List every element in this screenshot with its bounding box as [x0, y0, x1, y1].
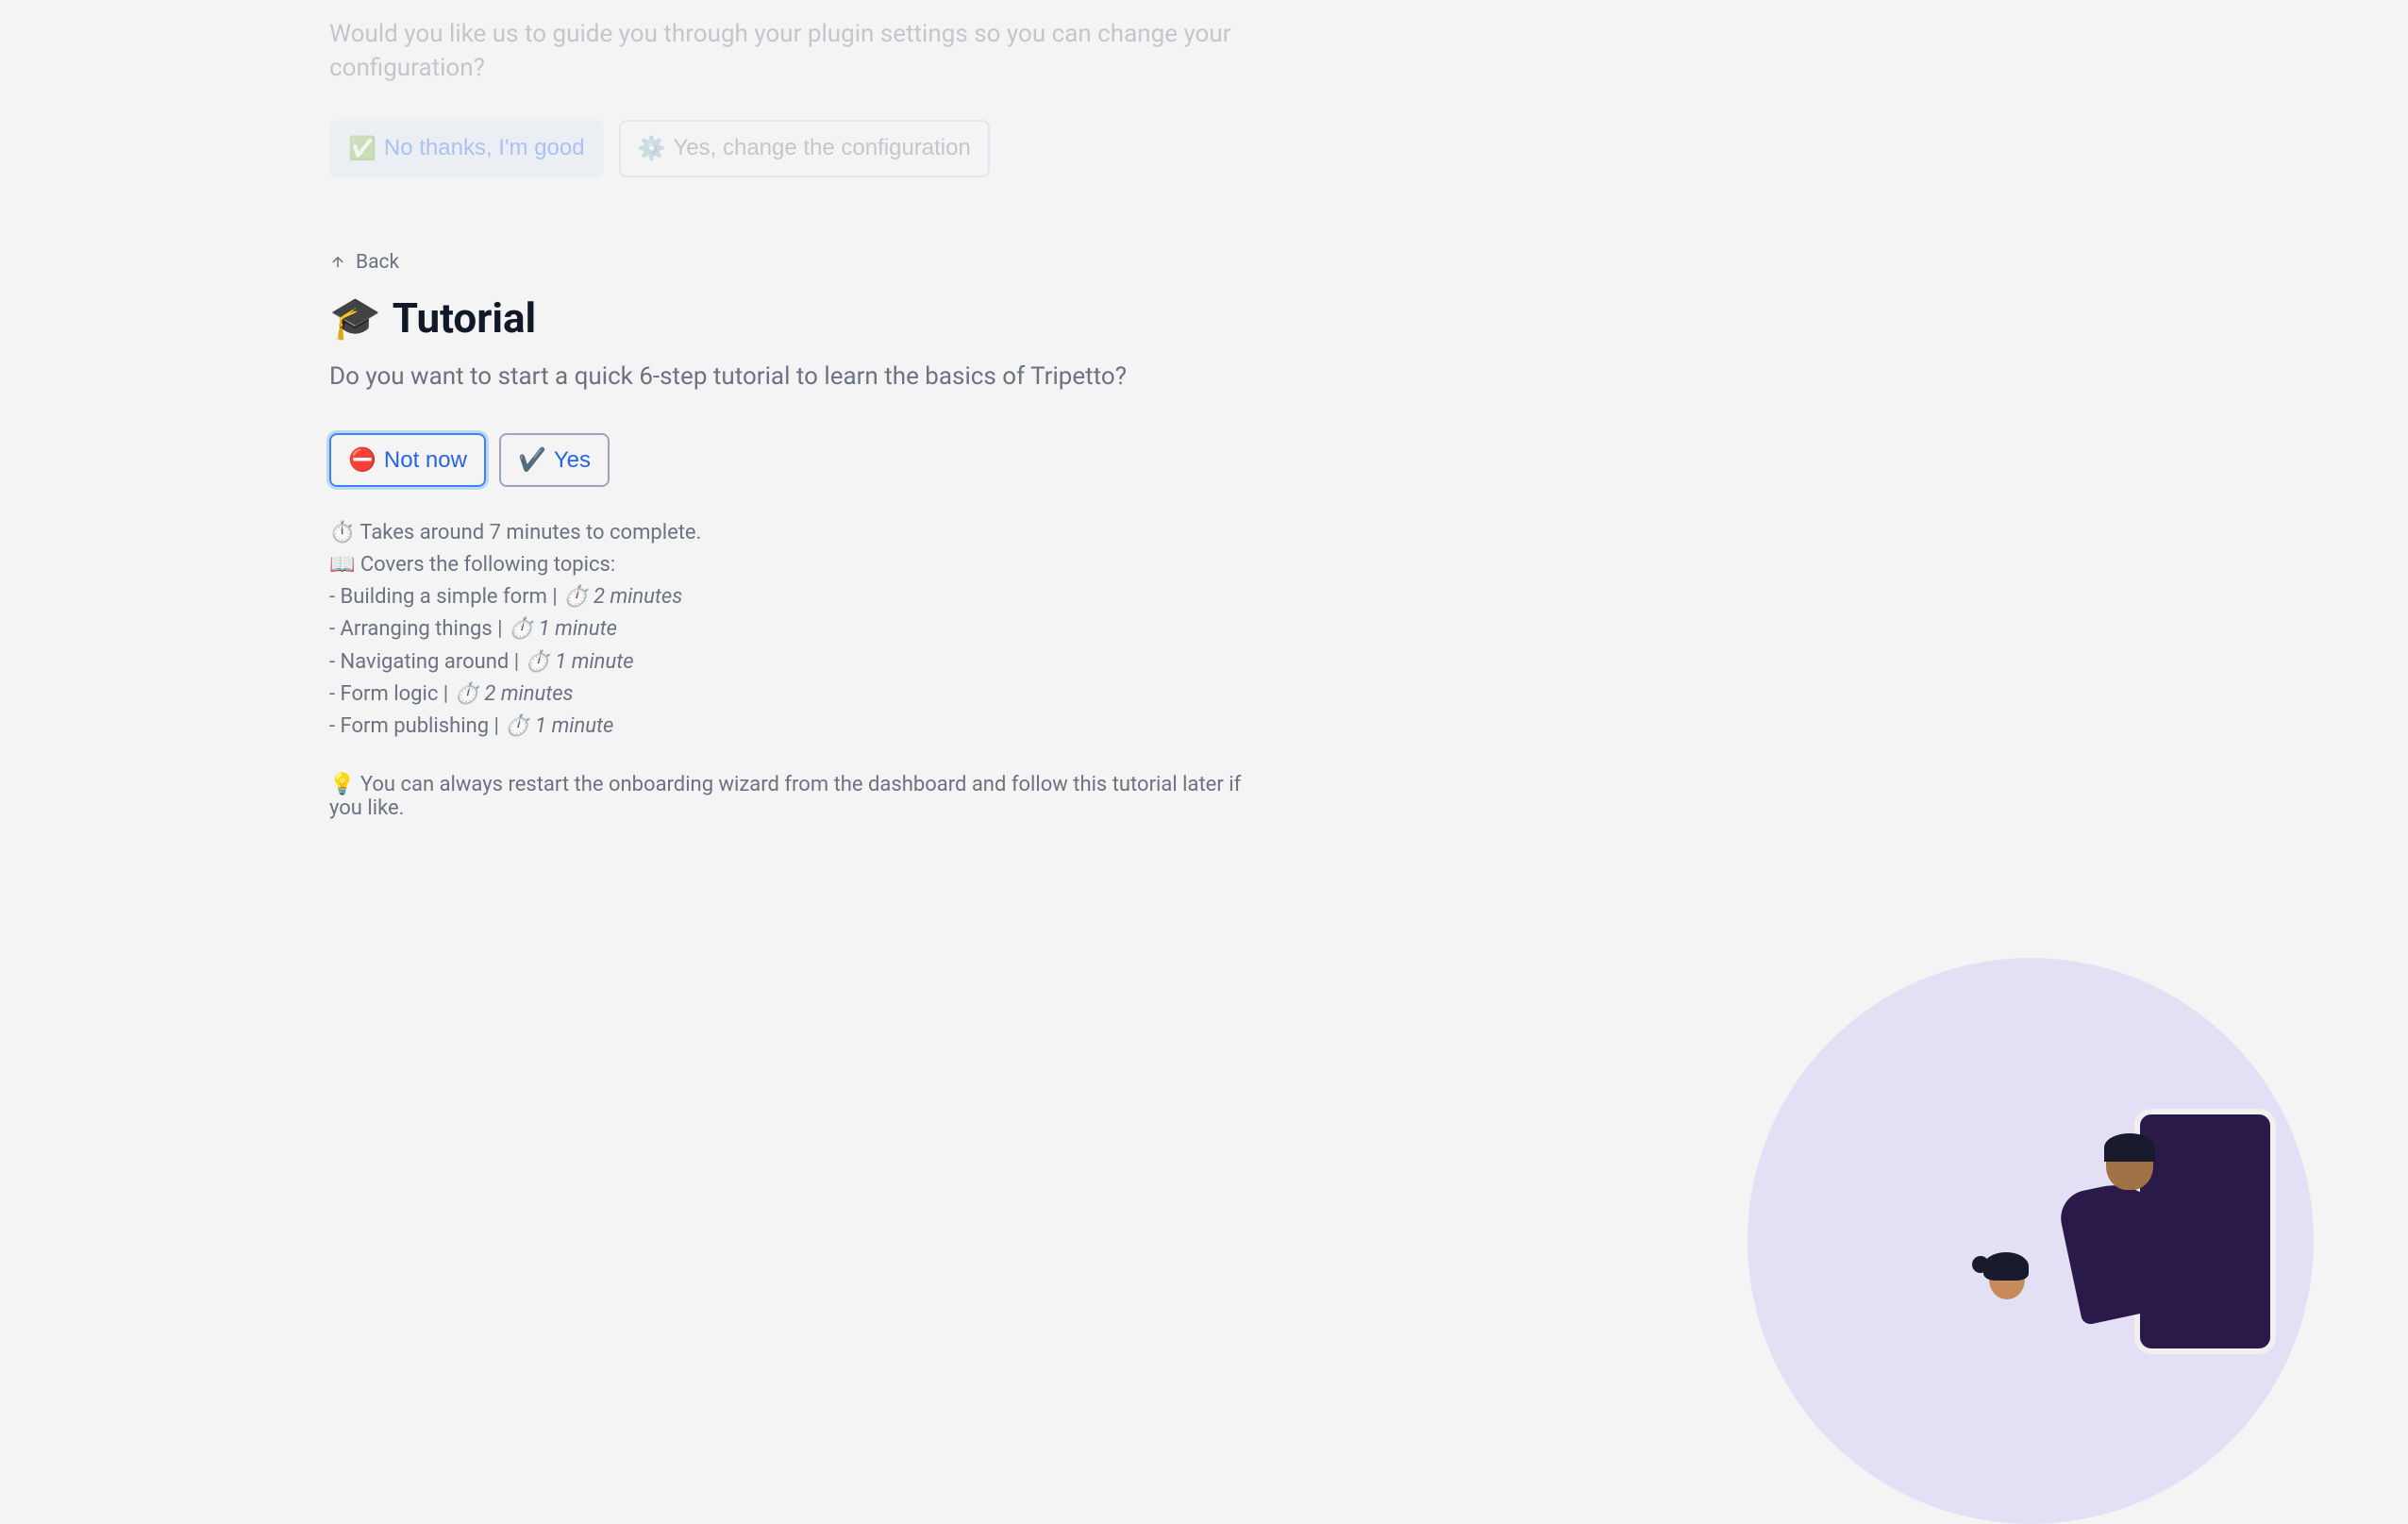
checkmark-icon: ✔️	[518, 446, 546, 474]
topic-item: - Form logic | ⏱️ 2 minutes	[329, 678, 1273, 711]
topics-intro: 📖 Covers the following topics:	[329, 549, 1273, 581]
gear-icon: ⚙️	[638, 135, 666, 162]
page-title: 🎓 Tutorial	[329, 293, 1273, 343]
illustration-adult	[2068, 1137, 2172, 1326]
back-link[interactable]: Back	[329, 251, 399, 274]
topic-item: - Form publishing | ⏱️ 1 minute	[329, 711, 1273, 743]
yes-button[interactable]: ✔️ Yes	[499, 433, 610, 487]
tip-text: 💡 You can always restart the onboarding …	[329, 773, 1273, 820]
no-entry-icon: ⛔	[348, 446, 376, 474]
not-now-label: Not now	[384, 447, 467, 474]
change-config-label: Yes, change the configuration	[673, 135, 970, 161]
topic-item: - Building a simple form | ⏱️ 2 minutes	[329, 581, 1273, 613]
previous-step-faded: Would you like us to guide you through y…	[329, 17, 1273, 177]
check-icon: ✅	[348, 135, 376, 162]
title-text: Tutorial	[393, 293, 536, 343]
not-now-button[interactable]: ⛔ Not now	[329, 433, 486, 487]
yes-label: Yes	[554, 447, 591, 474]
page-subtitle: Do you want to start a quick 6-step tuto…	[329, 360, 1273, 394]
action-row: ⛔ Not now ✔️ Yes	[329, 433, 1273, 487]
back-label: Back	[356, 251, 399, 274]
faded-button-row: ✅ No thanks, I'm good ⚙️ Yes, change the…	[329, 120, 1273, 177]
details-section: ⏱️ Takes around 7 minutes to complete. 📖…	[329, 517, 1273, 743]
illustration-child	[1974, 1250, 2040, 1345]
no-thanks-button: ✅ No thanks, I'm good	[329, 120, 604, 177]
illustration	[1700, 722, 2361, 1382]
graduation-cap-icon: 🎓	[329, 293, 381, 343]
no-thanks-label: No thanks, I'm good	[384, 135, 585, 161]
change-config-button: ⚙️ Yes, change the configuration	[619, 120, 990, 177]
duration-line: ⏱️ Takes around 7 minutes to complete.	[329, 517, 1273, 549]
faded-subtitle: Would you like us to guide you through y…	[329, 17, 1273, 86]
topic-item: - Arranging things | ⏱️ 1 minute	[329, 613, 1273, 645]
topic-item: - Navigating around | ⏱️ 1 minute	[329, 646, 1273, 678]
arrow-up-icon	[329, 254, 346, 271]
